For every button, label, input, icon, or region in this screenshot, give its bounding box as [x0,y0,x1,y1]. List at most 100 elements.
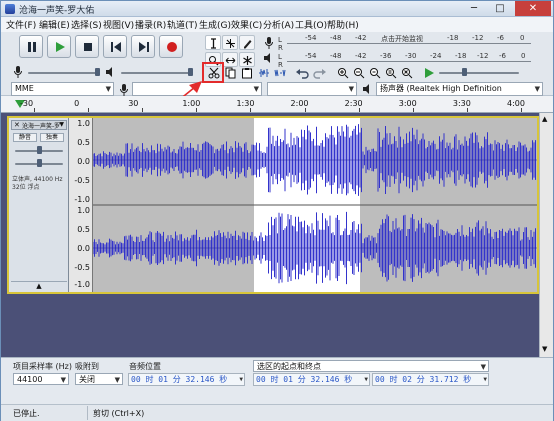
fit-selection-button[interactable] [367,65,383,80]
scroll-up-icon[interactable]: ▲ [542,115,547,123]
play-button[interactable] [47,35,71,58]
waveform-area[interactable] [93,118,537,292]
record-volume-slider[interactable] [28,72,100,74]
ruler-label: 0 [74,99,80,108]
stop-button[interactable] [75,35,99,58]
ruler-label: 30 [128,99,139,108]
selection-start-field[interactable]: 00 时 01 分 32.146 秒 ▼ [253,373,370,386]
mute-button[interactable]: 静音 [13,133,37,142]
ruler-label: 2:00 [290,99,309,108]
paste-button[interactable] [239,65,255,80]
draw-tool-button[interactable] [239,35,255,50]
record-button[interactable] [159,35,183,58]
scale-label: 0.5 [77,138,90,147]
meter-tick: -12 [472,34,484,42]
audio-position-label: 音频位置 [129,362,161,371]
solo-button[interactable]: 独奏 [40,133,64,142]
menu-effect[interactable]: 效果(C) [231,18,262,31]
playback-device-select[interactable]: 扬声器 (Realtek High Definition ▼ [376,82,543,96]
menu-file[interactable]: 文件(F) [6,18,36,31]
meter-channel-left: L [278,36,282,44]
snap-to-label: 吸附到 [75,362,99,371]
ibeam-icon [211,38,216,49]
menu-help[interactable]: 帮助(H) [327,18,359,31]
chevron-down-icon: ▼ [60,376,66,384]
audio-host-select[interactable]: MME ▼ [11,82,114,96]
audio-track[interactable]: ✕ 沧海一声笑-罗 ▼ 静音 独奏 立体声, 44100 Hz 32位 浮点 ▲… [7,116,539,294]
undo-button[interactable] [294,65,310,80]
gain-thumb[interactable] [37,146,42,154]
redo-button[interactable] [311,65,327,80]
vertical-scrollbar[interactable]: ▲ ▼ [539,113,553,357]
play-at-speed-button[interactable] [421,65,437,80]
project-rate-label: 项目采样率 (Hz) [13,362,72,371]
zoom-in-icon [338,68,349,79]
skip-start-button[interactable] [103,35,127,58]
fit-project-button[interactable] [383,65,399,80]
zoom-out-button[interactable] [351,65,367,80]
silence-button[interactable] [272,65,288,80]
meter-tick: -36 [380,52,392,60]
meter-channel-left: L [278,53,282,61]
maximize-button[interactable]: □ [487,1,513,16]
menu-tools[interactable]: 工具(O) [295,18,327,31]
selection-tool-button[interactable] [205,35,221,50]
ruler-tick [521,108,522,112]
track-menu-button[interactable]: ✕ 沧海一声笑-罗 ▼ [11,120,67,130]
pan-thumb[interactable] [37,159,42,167]
scale-label: -1.0 [74,195,90,204]
audio-host-value: MME [15,84,34,93]
scale-label: 1.0 [77,206,90,215]
menu-select[interactable]: 选择(S) [71,18,102,31]
close-icon[interactable]: ✕ [14,121,20,129]
play-speed-slider[interactable] [439,72,519,74]
ruler-tick [142,108,144,112]
minimize-button[interactable]: ─ [461,1,487,16]
record-volume-thumb[interactable] [95,68,100,76]
amplitude-scale: 1.0 0.5 0.0 -0.5 -1.0 1.0 0.5 0.0 -0.5 -… [69,118,93,292]
ruler-tick [466,108,468,112]
meter-tick: 0 [520,34,525,42]
pause-button[interactable] [19,35,43,58]
snap-to-select[interactable]: 关闭 ▼ [75,373,123,385]
project-rate-value: 44100 [17,375,43,384]
track-bitdepth-info: 32位 浮点 [12,184,40,191]
copy-button[interactable] [223,65,239,80]
play-speed-thumb[interactable] [462,68,467,76]
zoom-toggle-button[interactable] [399,65,415,80]
scale-label: -1.0 [74,280,90,289]
timeline-ruler[interactable]: -30 0 30 1:00 1:30 2:00 2:30 3:00 3:30 4:00 [1,96,553,113]
undo-icon [296,69,309,79]
selection-end-field[interactable]: 00 时 02 分 31.712 秒 ▼ [372,373,489,386]
play-icon [56,42,65,52]
trim-button[interactable] [256,65,272,80]
menu-analyze[interactable]: 分析(A) [263,18,294,31]
skip-end-button[interactable] [131,35,155,58]
zoom-in-button[interactable] [335,65,351,80]
chevron-down-icon: ▼ [480,363,486,371]
chevron-down-icon: ▼ [59,121,64,128]
menu-generate[interactable]: 生成(G) [199,18,231,31]
meter-tick: -30 [405,52,417,60]
chevron-down-icon: ▼ [364,376,368,383]
selection-mode-select[interactable]: 选区的起点和终点 ▼ [253,360,489,372]
close-button[interactable]: ✕ [515,1,551,16]
menu-tracks[interactable]: 轨道(T) [167,18,198,31]
recording-channels-select[interactable]: ▼ [267,82,357,96]
meter-tick: -24 [430,52,442,60]
selection-mode-value: 选区的起点和终点 [257,362,321,371]
menu-transport[interactable]: 播录(R) [135,18,166,31]
title-bar: 沧海一声笑-罗大佑 ─ □ ✕ [1,1,553,17]
project-rate-select[interactable]: 44100 ▼ [13,373,69,385]
meter-tick: -48 [330,52,342,60]
ruler-tick [196,108,198,112]
menu-view[interactable]: 视图(V) [103,18,134,31]
menu-edit[interactable]: 编辑(E) [39,18,70,31]
scroll-down-icon[interactable]: ▼ [542,345,547,353]
envelope-tool-button[interactable] [222,35,238,50]
collapse-track-button[interactable]: ▲ [11,281,67,291]
pause-icon [28,42,36,52]
audio-position-field[interactable]: 00 时 01 分 32.146 秒 ▼ [128,373,245,386]
trim-audio-icon [259,69,269,77]
ruler-tick [250,108,252,112]
